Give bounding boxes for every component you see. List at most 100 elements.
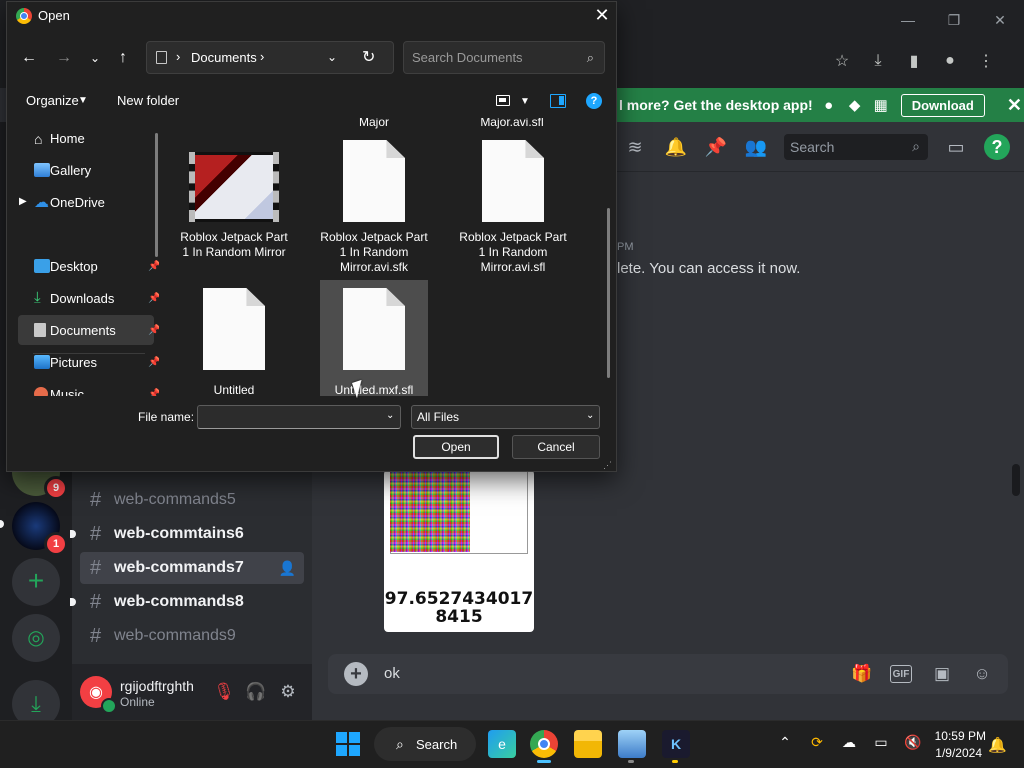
hash-icon: # [90,522,102,545]
network-icon[interactable]: ▭ [872,734,890,751]
recent-locations-chevron-icon[interactable]: ⌄ [84,48,106,68]
bell-icon[interactable]: 🔔 [663,134,689,160]
file-item[interactable]: Untitled [180,288,288,396]
nav-item-label: Music [50,386,84,397]
open-button[interactable]: Open [413,435,499,459]
nav-item-onedrive[interactable]: ☁ OneDrive [18,187,154,217]
file-item[interactable]: Roblox Jetpack Part 1 In Random Mirror.a… [459,140,567,275]
close-window-button[interactable]: ✕ [990,10,1010,30]
up-arrow-icon[interactable]: ↑ [112,48,134,68]
chevron-down-icon[interactable]: ▼ [520,96,530,107]
emoji-icon[interactable]: ☺ [970,662,994,686]
file-type-select[interactable]: All Files [411,405,600,429]
app-icon[interactable]: K [662,730,690,758]
star-icon[interactable]: ☆ [830,49,854,73]
clock-date[interactable]: 1/9/2024 [926,746,982,760]
maximize-window-button[interactable]: ❐ [944,10,964,30]
add-attachment-button[interactable]: + [344,662,368,686]
chevron-down-icon[interactable]: ⌄ [586,410,594,421]
back-arrow-icon[interactable]: ← [18,48,40,68]
chat-scrollbar[interactable] [1012,464,1020,496]
nav-item-gallery[interactable]: Gallery [18,155,154,185]
sticker-icon[interactable]: ▣ [930,662,954,686]
mute-mic-icon[interactable]: 🎙 [212,680,236,704]
clock-time[interactable]: 10:59 PM [926,729,986,743]
headphones-icon[interactable]: 🎧 [244,680,268,704]
file-item[interactable]: Roblox Jetpack Part 1 In Random Mirror.a… [320,140,428,275]
dialog-close-button[interactable]: ✕ [592,5,612,26]
document-icon [156,51,167,64]
start-button[interactable] [336,732,360,756]
forward-arrow-icon[interactable]: → [53,48,75,68]
inbox-icon[interactable]: ▭ [943,134,969,160]
chevron-up-icon[interactable]: ⌃ [776,734,794,751]
update-icon[interactable]: ⟳ [808,734,826,751]
desktop-app-banner: l more? Get the desktop app! ● ◆ ▦ Downl… [617,88,1024,122]
cancel-button[interactable]: Cancel [512,435,600,459]
help-icon[interactable]: ? [984,134,1010,160]
file-name[interactable]: Major.avi.sfl [458,118,566,130]
message-image[interactable]: 97.65274340178415 [384,470,534,632]
invite-icon[interactable]: 👤 [279,560,296,577]
file-name-input[interactable] [197,405,401,429]
channel-item[interactable]: # web-commands5 [80,484,304,516]
channel-item[interactable]: # web-commtains6 [80,518,304,550]
chevron-down-icon[interactable]: ⌄ [386,410,394,421]
gif-icon[interactable]: GIF [890,665,912,683]
breadcrumb-separator[interactable]: › [176,49,180,64]
file-list-scrollbar[interactable] [607,208,610,378]
volume-muted-icon[interactable]: 🔇 [904,734,922,751]
nav-item-documents[interactable]: Documents 📌 [18,315,159,345]
nav-item-label: Pictures [50,354,97,370]
help-icon[interactable]: ? [586,93,602,109]
pin-icon[interactable]: 📌 [703,134,729,160]
channel-item[interactable]: # web-commands9 [80,620,304,652]
nav-item-music[interactable]: Music 📌 [18,379,159,397]
address-bar[interactable] [146,41,394,74]
members-icon[interactable]: 👥 [743,134,769,160]
chat-search-input[interactable]: Search ⌕ [784,134,928,160]
banner-download-button[interactable]: Download [900,93,985,117]
nav-item-home[interactable]: ⌂ Home [18,123,154,153]
menu-icon[interactable]: ⋮ [974,49,998,73]
nav-item-desktop[interactable]: Desktop 📌 [18,251,159,281]
address-dropdown-icon[interactable]: ⌄ [327,50,337,64]
cloud-offline-icon[interactable]: ☁ [840,734,858,751]
file-name[interactable]: Major [320,118,428,130]
file-item-video[interactable]: Roblox Jetpack Part 1 In Random Mirror [180,152,288,260]
minimize-window-button[interactable]: — [898,10,918,30]
settings-gear-icon[interactable]: ⚙ [276,680,300,704]
chrome-icon[interactable] [530,730,558,758]
nav-item-label: Downloads [50,290,115,306]
file-explorer-icon[interactable] [574,730,602,758]
channel-item-active[interactable]: # web-commands7 👤 [80,552,304,584]
edge-icon[interactable]: e [488,730,516,758]
pin-icon: 📌 [148,260,159,272]
photos-icon[interactable] [618,730,646,758]
threads-icon[interactable]: ≋ [622,134,648,160]
nav-item-pictures[interactable]: Pictures 📌 [18,347,159,377]
refresh-icon[interactable]: ↻ [362,47,375,67]
nav-scrollbar[interactable] [155,133,158,257]
new-folder-button[interactable]: New folder [117,93,179,108]
channel-item[interactable]: # web-commands8 [80,586,304,618]
sidebar-icon[interactable]: ▮ [902,49,926,73]
breadcrumb-documents[interactable]: Documents [191,50,257,65]
notification-bell-icon[interactable]: 🔔 [988,736,1007,754]
banner-close-button[interactable]: ✕ [1007,95,1022,116]
gift-icon[interactable]: 🎁 [850,662,874,686]
organize-menu[interactable]: Organize [26,93,79,108]
nav-item-downloads[interactable]: ⤓ Downloads 📌 [18,283,159,313]
profile-icon[interactable]: ● [938,49,962,73]
resize-grip-icon[interactable]: ⋰ [603,460,612,471]
file-item-selected[interactable]: Untitled.mxf.sfl [320,280,428,396]
view-options-icon[interactable] [496,95,510,106]
download-icon[interactable]: ⤓ [866,49,890,73]
add-server-icon[interactable]: + [12,558,60,606]
preview-pane-icon[interactable] [550,94,566,108]
dialog-search-input[interactable]: Search Documents ⌕ [403,41,605,74]
message-input-text[interactable]: ok [384,665,400,682]
explore-icon[interactable]: ◎ [12,614,60,662]
breadcrumb-separator[interactable]: › [260,49,264,64]
taskbar-search[interactable]: Search [374,727,476,761]
